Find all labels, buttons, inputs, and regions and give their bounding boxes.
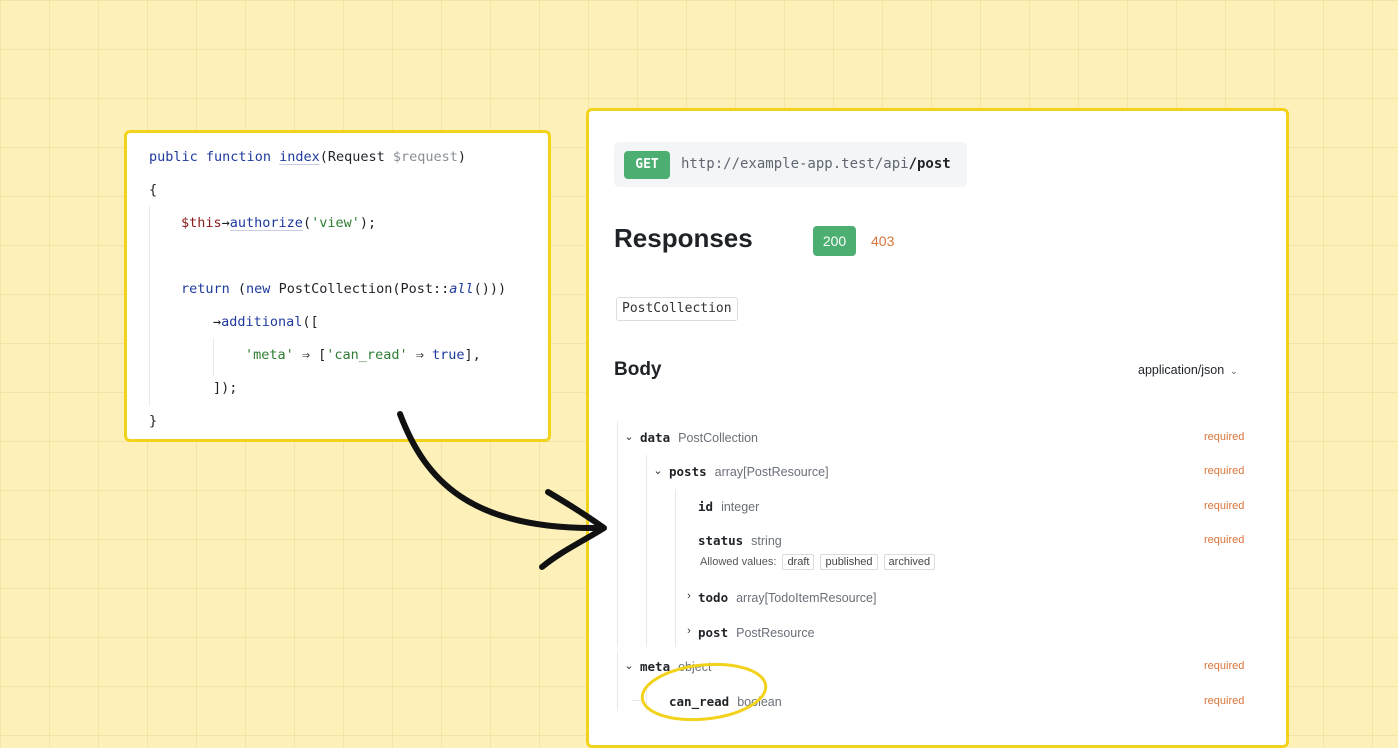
method-name: authorize bbox=[229, 215, 303, 231]
code-token: ) bbox=[457, 149, 467, 165]
param-variable: $request bbox=[392, 149, 458, 165]
this-variable: $this bbox=[181, 215, 222, 231]
field-name: posts bbox=[669, 464, 707, 479]
tree-guide bbox=[675, 489, 676, 647]
boolean-literal: true bbox=[431, 347, 465, 363]
field-type: integer bbox=[721, 500, 760, 514]
required-label: required bbox=[1204, 534, 1245, 546]
tree-guide bbox=[646, 685, 647, 711]
code-line-6: →additional([ bbox=[213, 313, 319, 331]
field-row-id: id integer bbox=[698, 499, 759, 514]
field-row-status: status string bbox=[698, 533, 782, 548]
string-literal: 'view' bbox=[311, 215, 360, 231]
class-reference: PostCollection(Post:: bbox=[270, 281, 450, 297]
body-heading: Body bbox=[614, 359, 662, 380]
field-type: array[PostResource] bbox=[714, 465, 829, 479]
tree-guide bbox=[632, 700, 644, 701]
keyword: return bbox=[181, 281, 230, 297]
required-label: required bbox=[1204, 431, 1245, 443]
code-token: ], bbox=[464, 347, 481, 363]
code-line-8: ]); bbox=[213, 380, 238, 396]
code-line-3: $this→authorize('view'); bbox=[181, 214, 376, 232]
chevron-right-icon[interactable]: › bbox=[683, 590, 695, 602]
field-name: post bbox=[698, 625, 729, 640]
code-token: ); bbox=[359, 215, 377, 231]
field-row-data: data PostCollection bbox=[640, 430, 758, 445]
http-method-badge: GET bbox=[624, 151, 670, 179]
indent-guide bbox=[213, 338, 214, 376]
tree-guide bbox=[617, 651, 618, 711]
arrow-operator: → bbox=[221, 215, 230, 231]
api-docs-panel: GET http://example-app.test/api/post Res… bbox=[586, 108, 1289, 748]
code-token: (Request bbox=[319, 149, 393, 165]
chevron-down-icon: ⌄ bbox=[1230, 366, 1238, 376]
code-line-1: public function index(Request $request) bbox=[149, 148, 466, 166]
arrow-operator: → bbox=[213, 314, 222, 330]
string-literal: 'can_read' bbox=[326, 347, 408, 363]
code-token: ( bbox=[229, 281, 247, 297]
chevron-down-icon[interactable]: ⌄ bbox=[623, 659, 635, 672]
required-label: required bbox=[1204, 500, 1245, 512]
code-line-7: 'meta' ⇒ ['can_read' ⇒ true], bbox=[245, 346, 481, 364]
code-token: ( bbox=[302, 215, 312, 231]
enum-chip: archived bbox=[883, 554, 936, 570]
allowed-values-label: Allowed values: bbox=[700, 556, 777, 568]
tree-guide bbox=[617, 421, 618, 647]
field-row-posts: posts array[PostResource] bbox=[669, 464, 829, 479]
keyword: new bbox=[246, 281, 271, 297]
field-row-post[interactable]: post PostResource bbox=[698, 625, 815, 640]
code-token: ())) bbox=[473, 281, 507, 297]
chevron-down-icon[interactable]: ⌄ bbox=[652, 464, 664, 477]
status-code-tab-403[interactable]: 403 bbox=[871, 233, 894, 249]
static-method: all bbox=[449, 281, 474, 297]
field-type: object bbox=[678, 660, 712, 674]
required-label: required bbox=[1204, 660, 1245, 672]
required-label: required bbox=[1204, 695, 1245, 707]
required-label: required bbox=[1204, 465, 1245, 477]
chevron-down-icon[interactable]: ⌄ bbox=[623, 430, 635, 443]
endpoint-url: http://example-app.test/api/post bbox=[681, 156, 951, 172]
field-name: data bbox=[640, 430, 671, 445]
enum-chip: published bbox=[820, 554, 878, 570]
chevron-right-icon[interactable]: › bbox=[683, 625, 695, 637]
code-token: ⇒ [ bbox=[293, 347, 327, 363]
field-name: status bbox=[698, 533, 744, 548]
function-name: index bbox=[279, 149, 320, 165]
tree-guide bbox=[646, 455, 647, 647]
field-type: PostCollection bbox=[678, 431, 759, 445]
code-line-2: { bbox=[149, 182, 158, 198]
status-code-tab-200[interactable]: 200 bbox=[813, 226, 856, 256]
code-line-5: return (new PostCollection(Post::all())) bbox=[181, 280, 506, 298]
enum-chip: draft bbox=[782, 554, 815, 570]
keyword: public bbox=[149, 149, 198, 165]
indent-guide bbox=[149, 206, 150, 406]
content-type-select[interactable]: application/json ⌄ bbox=[1138, 363, 1238, 377]
field-name: id bbox=[698, 499, 714, 514]
code-line-9: } bbox=[149, 413, 158, 429]
endpoint-bar[interactable]: GET http://example-app.test/api/post bbox=[614, 142, 967, 187]
field-name: can_read bbox=[669, 694, 730, 709]
field-name: todo bbox=[698, 590, 729, 605]
method-name: additional bbox=[221, 314, 303, 330]
field-type: PostResource bbox=[736, 626, 815, 640]
field-row-can-read: can_read boolean bbox=[669, 694, 782, 709]
string-literal: 'meta' bbox=[245, 347, 294, 363]
url-path: /post bbox=[908, 156, 951, 172]
content-type-value: application/json bbox=[1138, 363, 1225, 377]
allowed-values: Allowed values: draft published archived bbox=[700, 554, 936, 570]
responses-heading: Responses bbox=[614, 223, 753, 253]
field-row-meta: meta object bbox=[640, 659, 711, 674]
keyword: function bbox=[205, 149, 271, 165]
field-type: string bbox=[751, 534, 782, 548]
url-base: http://example-app.test/api bbox=[681, 156, 909, 172]
schema-name-tag: PostCollection bbox=[616, 297, 738, 321]
code-token: ([ bbox=[302, 314, 319, 330]
code-token: ⇒ bbox=[407, 347, 432, 363]
field-type: array[TodoItemResource] bbox=[736, 591, 877, 605]
code-snippet-panel: public function index(Request $request) … bbox=[124, 130, 551, 442]
field-type: boolean bbox=[737, 695, 782, 709]
field-row-todo[interactable]: todo array[TodoItemResource] bbox=[698, 590, 876, 605]
field-name: meta bbox=[640, 659, 671, 674]
